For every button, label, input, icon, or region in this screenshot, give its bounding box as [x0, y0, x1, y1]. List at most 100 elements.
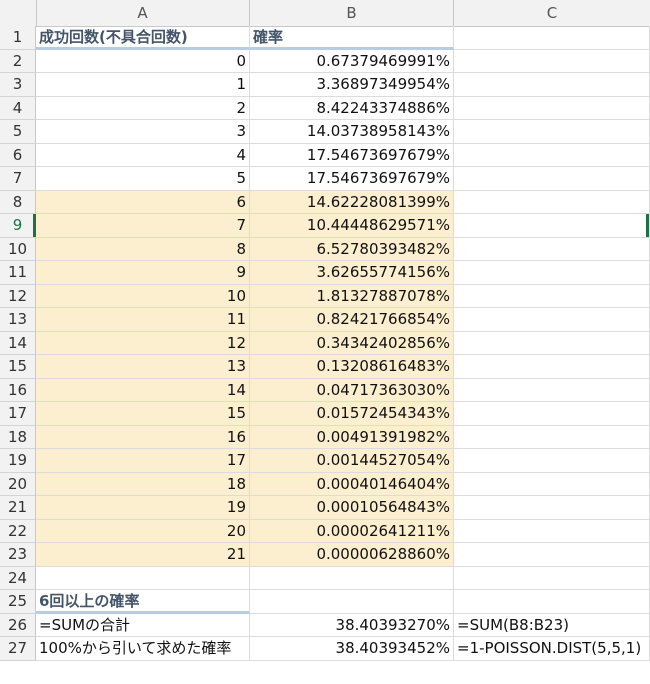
cell-c[interactable]: [454, 378, 650, 402]
cell-b[interactable]: 0.00144527054%: [250, 449, 454, 473]
row-number[interactable]: 18: [0, 425, 36, 449]
row-number[interactable]: 5: [0, 120, 36, 144]
row-number[interactable]: 1: [0, 26, 36, 50]
row-number[interactable]: 19: [0, 449, 36, 473]
cell-b[interactable]: 0.13208616483%: [250, 355, 454, 379]
row-number[interactable]: 8: [0, 190, 36, 214]
row-number[interactable]: 14: [0, 331, 36, 355]
cell-a[interactable]: 9: [36, 261, 250, 285]
cell-b[interactable]: 3.62655774156%: [250, 261, 454, 285]
cell-c[interactable]: [454, 519, 650, 543]
cell-b[interactable]: 14.62228081399%: [250, 190, 454, 214]
cell-b[interactable]: 3.36897349954%: [250, 73, 454, 97]
cell-a[interactable]: 16: [36, 425, 250, 449]
cell-c[interactable]: [454, 26, 650, 50]
cell-a[interactable]: 5: [36, 167, 250, 191]
cell-c[interactable]: [454, 308, 650, 332]
row-number[interactable]: 21: [0, 496, 36, 520]
cell-b[interactable]: 1.81327887078%: [250, 284, 454, 308]
cell-a[interactable]: =SUMの合計: [36, 613, 250, 637]
cell-a[interactable]: 11: [36, 308, 250, 332]
column-header-a[interactable]: A: [36, 0, 250, 26]
cell-a[interactable]: 21: [36, 543, 250, 567]
cell-a[interactable]: 0: [36, 49, 250, 73]
cell-a[interactable]: 13: [36, 355, 250, 379]
row-number[interactable]: 15: [0, 355, 36, 379]
cell-a[interactable]: 20: [36, 519, 250, 543]
cell-b[interactable]: 0.01572454343%: [250, 402, 454, 426]
select-all-corner[interactable]: [0, 0, 37, 26]
row-number[interactable]: 4: [0, 96, 36, 120]
cell-a[interactable]: 18: [36, 472, 250, 496]
row-number[interactable]: 7: [0, 167, 36, 191]
row-number[interactable]: 11: [0, 261, 36, 285]
cell-b[interactable]: 17.54673697679%: [250, 167, 454, 191]
cell-b[interactable]: 0.00040146404%: [250, 472, 454, 496]
cell-b[interactable]: 0.00000628860%: [250, 543, 454, 567]
row-number[interactable]: 13: [0, 308, 36, 332]
cell-a[interactable]: 6: [36, 190, 250, 214]
cell-a[interactable]: 15: [36, 402, 250, 426]
cell-a[interactable]: 12: [36, 331, 250, 355]
row-number[interactable]: 26: [0, 613, 36, 637]
row-number[interactable]: 24: [0, 566, 36, 590]
row-number[interactable]: 9: [0, 214, 36, 238]
cell-c[interactable]: [454, 496, 650, 520]
cell-b[interactable]: 38.40393452%: [250, 637, 454, 661]
cell-b[interactable]: 0.67379469991%: [250, 49, 454, 73]
cell-c[interactable]: [454, 214, 650, 238]
cell-c[interactable]: [454, 237, 650, 261]
cell-b[interactable]: 確率: [250, 26, 454, 50]
cell-a[interactable]: 14: [36, 378, 250, 402]
cell-a[interactable]: 8: [36, 237, 250, 261]
cell-c[interactable]: [454, 49, 650, 73]
row-number[interactable]: 22: [0, 519, 36, 543]
cell-a[interactable]: 100%から引いて求めた確率: [36, 637, 250, 661]
cell-b[interactable]: 38.40393270%: [250, 613, 454, 637]
row-number[interactable]: 10: [0, 237, 36, 261]
cell-a[interactable]: 19: [36, 496, 250, 520]
cell-a[interactable]: 成功回数(不具合回数): [36, 26, 250, 50]
column-header-b[interactable]: B: [250, 0, 454, 26]
cell-c[interactable]: [454, 472, 650, 496]
cell-b[interactable]: 10.44448629571%: [250, 214, 454, 238]
cell-c[interactable]: [454, 120, 650, 144]
row-number[interactable]: 12: [0, 284, 36, 308]
cell-a[interactable]: 1: [36, 73, 250, 97]
row-number[interactable]: 25: [0, 590, 36, 614]
cell-c[interactable]: [454, 143, 650, 167]
row-number[interactable]: 27: [0, 637, 36, 661]
cell-c[interactable]: [454, 96, 650, 120]
cell-b[interactable]: 0.00491391982%: [250, 425, 454, 449]
cell-c[interactable]: [454, 331, 650, 355]
row-number[interactable]: 17: [0, 402, 36, 426]
row-number[interactable]: 16: [0, 378, 36, 402]
cell-b[interactable]: 14.03738958143%: [250, 120, 454, 144]
cell-a[interactable]: 7: [36, 214, 250, 238]
cell-c[interactable]: =1-POISSON.DIST(5,5,1): [454, 637, 650, 661]
cell-b[interactable]: 17.54673697679%: [250, 143, 454, 167]
row-number[interactable]: 23: [0, 543, 36, 567]
cell-c[interactable]: [454, 190, 650, 214]
row-number[interactable]: 6: [0, 143, 36, 167]
cell-a[interactable]: 4: [36, 143, 250, 167]
cell-b[interactable]: 0.82421766854%: [250, 308, 454, 332]
cell-c[interactable]: [454, 543, 650, 567]
cell-b[interactable]: 8.42243374886%: [250, 96, 454, 120]
cell-a[interactable]: [36, 566, 250, 590]
cell-c[interactable]: [454, 261, 650, 285]
cell-b[interactable]: 0.04717363030%: [250, 378, 454, 402]
cell-c[interactable]: [454, 355, 650, 379]
cell-b[interactable]: [250, 590, 454, 614]
cell-b[interactable]: 0.34342402856%: [250, 331, 454, 355]
cell-c[interactable]: [454, 167, 650, 191]
cell-b[interactable]: 0.00002641211%: [250, 519, 454, 543]
cell-a[interactable]: 17: [36, 449, 250, 473]
cell-c[interactable]: [454, 402, 650, 426]
cell-b[interactable]: 6.52780393482%: [250, 237, 454, 261]
cell-c[interactable]: [454, 590, 650, 614]
cell-a[interactable]: 3: [36, 120, 250, 144]
cell-c[interactable]: [454, 449, 650, 473]
cell-a[interactable]: 10: [36, 284, 250, 308]
row-number[interactable]: 2: [0, 49, 36, 73]
